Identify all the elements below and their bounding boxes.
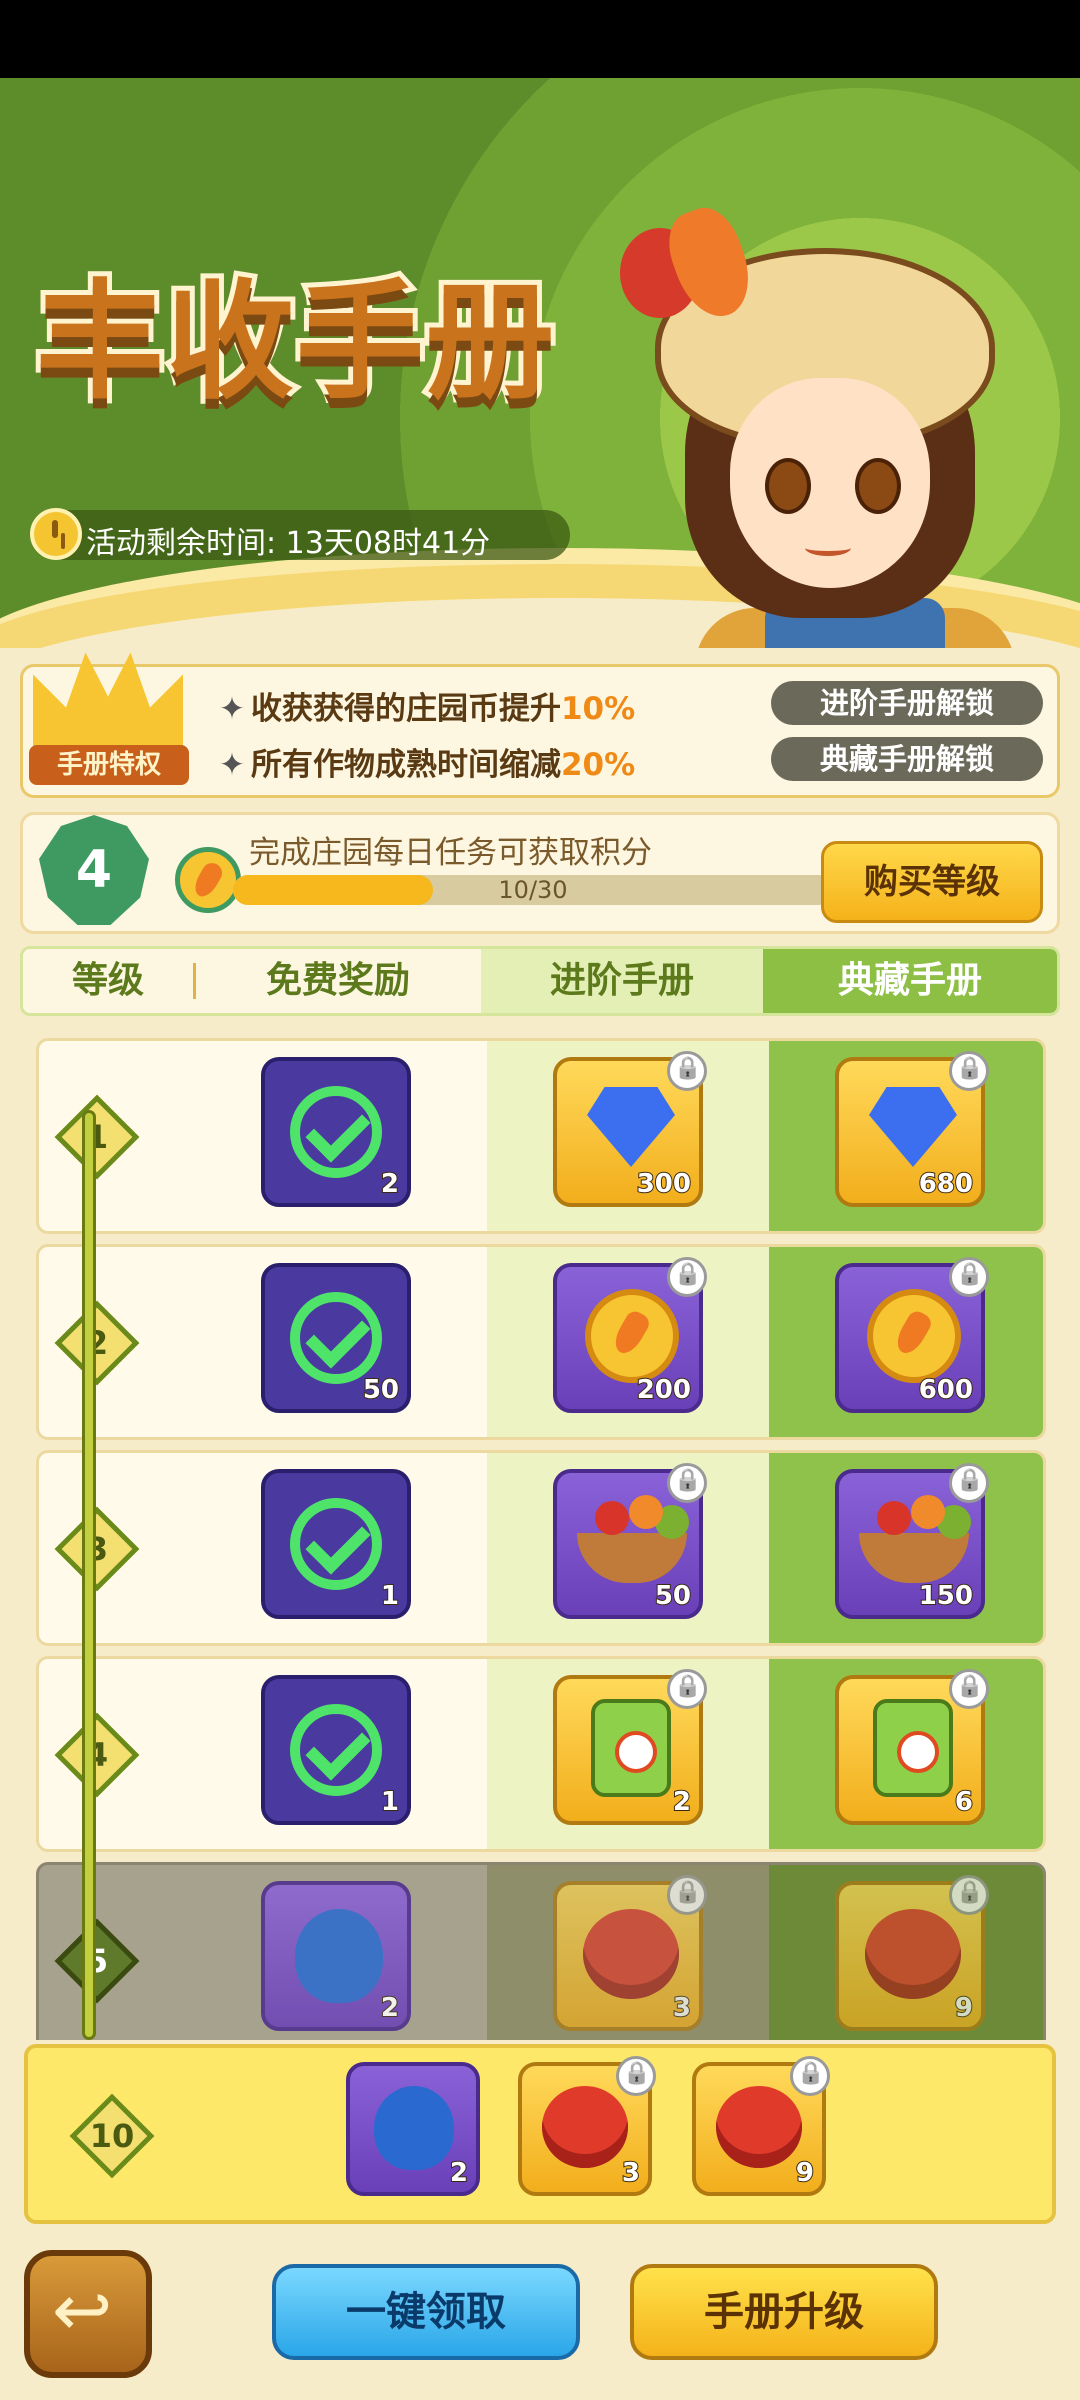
reward-row: 2 50 200 600: [36, 1244, 1046, 1440]
page-title: 丰收手册: [31, 263, 559, 422]
farmer-girl-illustration: [615, 168, 1055, 648]
advanced-reward-item[interactable]: 200: [553, 1257, 707, 1413]
lock-icon: [667, 1463, 707, 1503]
level-number: 1: [85, 1118, 109, 1156]
carrot-coin-icon: [585, 1289, 679, 1383]
free-reward-item[interactable]: 2: [261, 1881, 411, 2031]
progress-text: 10/30: [498, 876, 568, 904]
free-reward-item[interactable]: 2: [261, 1057, 411, 1207]
free-reward-item[interactable]: 1: [261, 1675, 411, 1825]
collector-reward-item[interactable]: 680: [835, 1051, 989, 1207]
lock-icon: [949, 1463, 989, 1503]
privilege-label: 手册特权: [29, 745, 189, 785]
event-timer: 活动剩余时间: 13天08时41分: [30, 508, 570, 561]
reward-row-locked: 5 2 3 9: [36, 1862, 1046, 2040]
privilege-panel: 手册特权 ✦ 收获获得的庄园币提升10% ✦ 所有作物成熟时间缩减20% 进阶手册解…: [20, 652, 1060, 798]
free-reward-item[interactable]: 2: [346, 2062, 480, 2196]
flower-icon: [542, 2086, 628, 2168]
lock-icon: [616, 2056, 656, 2096]
tab-collector[interactable]: 典藏手册: [763, 949, 1057, 1013]
claimed-check-icon: [290, 1086, 382, 1178]
sparkle-icon: ✦: [219, 747, 245, 783]
fruit-bowl-icon: [859, 1501, 969, 1583]
fruit-bowl-icon: [577, 1501, 687, 1583]
collector-reward-item[interactable]: 9: [692, 2056, 830, 2196]
claimed-check-icon: [290, 1498, 382, 1590]
collector-unlock-pill[interactable]: 典藏手册解锁: [771, 737, 1043, 781]
collector-reward-item[interactable]: 9: [835, 1875, 989, 2031]
tab-advanced[interactable]: 进阶手册: [481, 949, 763, 1013]
flower-icon: [716, 2086, 802, 2168]
advanced-reward-item[interactable]: 2: [553, 1669, 707, 1825]
collector-reward-item[interactable]: 6: [835, 1669, 989, 1825]
lock-icon: [949, 1669, 989, 1709]
lock-icon: [790, 2056, 830, 2096]
lock-icon: [949, 1875, 989, 1915]
diamond-icon: [587, 1087, 675, 1167]
claimed-check-icon: [290, 1704, 382, 1796]
reward-list[interactable]: 1 2 300 680 2 50 200 60: [20, 1028, 1060, 2040]
lock-icon: [667, 1257, 707, 1297]
tab-free-rewards[interactable]: 免费奖励: [195, 949, 481, 1013]
timer-text: 活动剩余时间: 13天08时41分: [86, 526, 491, 561]
carrot-coin-icon: [867, 1289, 961, 1383]
advanced-reward-item[interactable]: 300: [553, 1051, 707, 1207]
privilege-line-2: ✦ 所有作物成熟时间缩减20%: [219, 747, 636, 783]
privilege-badge: 手册特权: [15, 637, 195, 807]
level-track: [82, 1110, 96, 2040]
free-reward-item[interactable]: 1: [261, 1469, 411, 1619]
collector-reward-item[interactable]: 150: [835, 1463, 989, 1619]
lock-icon: [949, 1257, 989, 1297]
level-number: 10: [89, 2117, 135, 2155]
level-panel: 4 完成庄园每日任务可获取积分 10/30 购买等级: [20, 812, 1060, 934]
buy-level-button[interactable]: 购买等级: [821, 841, 1043, 923]
lock-icon: [667, 1051, 707, 1091]
lock-icon: [667, 1875, 707, 1915]
level-number: 3: [85, 1530, 109, 1568]
reward-row: 1 2 300 680: [36, 1038, 1046, 1234]
advanced-unlock-pill[interactable]: 进阶手册解锁: [771, 681, 1043, 725]
next-milestone-row: 10 2 3 9: [24, 2044, 1056, 2224]
stopwatch-icon: [30, 508, 82, 560]
tab-level[interactable]: 等级: [23, 949, 193, 1013]
advanced-reward-item[interactable]: 50: [553, 1463, 707, 1619]
level-number: 2: [85, 1324, 109, 1362]
lock-icon: [667, 1669, 707, 1709]
crown-icon: [33, 652, 183, 757]
back-button[interactable]: [24, 2250, 152, 2378]
tab-bar: 等级 免费奖励 进阶手册 典藏手册: [20, 946, 1060, 1016]
sprayer-icon: [873, 1699, 953, 1797]
current-level: 4: [75, 840, 113, 900]
flower-icon: [865, 1909, 961, 1999]
carrot-coin-icon: [175, 847, 241, 913]
flower-icon: [583, 1909, 679, 1999]
sprayer-icon: [591, 1699, 671, 1797]
reward-row: 4 1 2 6: [36, 1656, 1046, 1852]
task-hint: 完成庄园每日任务可获取积分: [249, 835, 652, 871]
sparkle-icon: ✦: [219, 691, 245, 727]
advanced-reward-item[interactable]: 3: [553, 1875, 707, 2031]
level-number: 4: [85, 1736, 109, 1774]
header-banner: 丰收手册 活动剩余时间: 13天08时41分: [0, 78, 1080, 648]
advanced-reward-item[interactable]: 3: [518, 2056, 656, 2196]
free-reward-item[interactable]: 50: [261, 1263, 411, 1413]
status-bar: [0, 0, 1080, 78]
collector-reward-item[interactable]: 600: [835, 1257, 989, 1413]
lock-icon: [949, 1051, 989, 1091]
claim-all-button[interactable]: 一键领取: [272, 2264, 580, 2360]
privilege-line-1: ✦ 收获获得的庄园币提升10%: [219, 691, 636, 727]
claimed-check-icon: [290, 1292, 382, 1384]
diamond-icon: [869, 1087, 957, 1167]
reward-row: 3 1 50 150: [36, 1450, 1046, 1646]
level-number: 5: [85, 1942, 109, 1980]
blueberry-icon: [374, 2086, 454, 2170]
blueberry-icon: [295, 1909, 383, 2003]
upgrade-handbook-button[interactable]: 手册升级: [630, 2264, 938, 2360]
